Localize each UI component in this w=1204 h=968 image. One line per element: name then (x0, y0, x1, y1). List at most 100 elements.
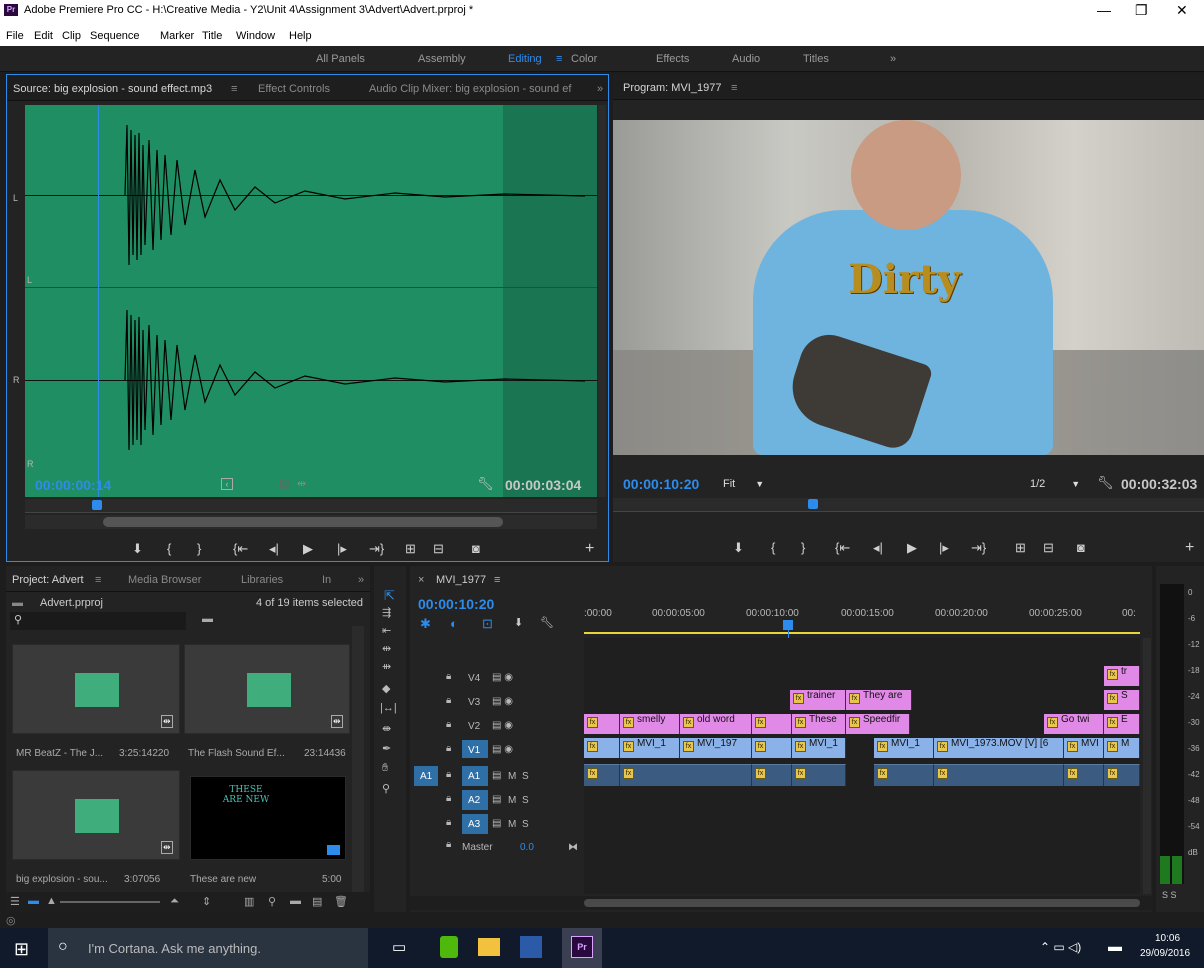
export-frame-icon[interactable]: ◙ (472, 541, 480, 556)
cortana-search-box[interactable]: ○ I'm Cortana. Ask me anything. (48, 928, 368, 968)
resolution-dropdown[interactable]: 1/2 ▼ (1030, 478, 1080, 490)
tab-audio-clip-mixer[interactable]: Audio Clip Mixer: big explosion - sound … (369, 83, 571, 95)
lock-icon[interactable]: 🔒︎ (446, 671, 451, 682)
mark-in-icon[interactable]: { (771, 540, 775, 555)
timeline-horizontal-scrollbar[interactable] (410, 896, 1152, 910)
project-item-thumbnail[interactable]: ⇹ (12, 770, 180, 860)
tab-source[interactable]: Source: big explosion - sound effect.mp3 (13, 83, 212, 95)
menu-help[interactable]: Help (289, 30, 312, 42)
go-to-in-icon[interactable]: {⇤ (233, 541, 248, 557)
timeline-clip[interactable]: fx (752, 738, 792, 758)
mute-button[interactable]: M (508, 819, 516, 830)
system-tray-icons[interactable]: ⌃ ▭ ◁) (1040, 940, 1081, 954)
go-to-out-icon[interactable]: ⇥} (971, 540, 986, 556)
lock-icon[interactable]: 🔒︎ (446, 839, 451, 850)
workspace-titles[interactable]: Titles (803, 53, 829, 65)
new-bin-icon[interactable]: ▬ (290, 895, 301, 907)
zoom-icon[interactable]: ⚲ (382, 782, 390, 795)
trash-icon[interactable]: 🗑︎ (334, 895, 348, 908)
timeline-vertical-scrollbar[interactable] (1143, 638, 1151, 894)
program-tab-menu-icon[interactable]: ≡ (731, 82, 737, 94)
toggle-sync-icon[interactable]: ▤ (492, 818, 501, 829)
step-back-icon[interactable]: ◂| (269, 541, 279, 557)
workspace-all-panels[interactable]: All Panels (316, 53, 365, 65)
work-area-bar[interactable] (584, 632, 1140, 634)
linked-selection-icon[interactable]: ⊡ (482, 616, 493, 632)
toggle-sync-icon[interactable]: ▤ ◉ (492, 696, 513, 707)
selection-tool-icon[interactable]: ⇱ (384, 588, 395, 604)
mark-in-icon[interactable]: { (167, 541, 171, 556)
fit-dropdown[interactable]: Fit ▼ (723, 478, 764, 490)
go-to-end-icon[interactable]: ⧓ (568, 842, 578, 853)
go-to-out-icon[interactable]: ⇥} (369, 541, 384, 557)
solo-button[interactable]: S (522, 771, 529, 782)
solo-button[interactable]: S (522, 819, 529, 830)
nest-toggle-icon[interactable]: ✱ (420, 616, 431, 632)
mute-button[interactable]: M (508, 771, 516, 782)
icon-view-icon[interactable]: ▬ (28, 895, 39, 907)
add-marker-icon[interactable]: ⬇︎ (514, 616, 523, 629)
timeline-timecode[interactable]: 00:00:10:20 (418, 596, 494, 612)
timeline-playhead[interactable] (783, 620, 793, 630)
step-forward-icon[interactable]: |▸ (939, 540, 949, 556)
ripple-edit-icon[interactable]: ⇤ (382, 624, 391, 637)
play-icon[interactable]: ▶ (907, 540, 917, 556)
zoom-scroll-handle[interactable] (103, 517, 503, 527)
timeline-clip[interactable]: fx M (1104, 738, 1140, 758)
timeline-scroll-handle[interactable] (584, 899, 1140, 907)
find-icon[interactable]: ⚲ (268, 895, 276, 908)
wrench-icon[interactable]: 🔧︎ (1097, 475, 1114, 491)
lift-icon[interactable]: ⊞ (1015, 540, 1026, 556)
button-editor-plus-icon[interactable]: + (1185, 539, 1194, 557)
close-tab-icon[interactable]: × (418, 574, 424, 586)
drag-audio-icon[interactable]: ⇹ (297, 477, 306, 490)
windows-start-icon[interactable]: ⊞ (14, 939, 29, 960)
workspace-overflow-icon[interactable]: » (890, 53, 896, 65)
audio-clip[interactable]: fx (874, 764, 934, 786)
project-search-input[interactable] (10, 612, 186, 630)
menu-title[interactable]: Title (202, 30, 222, 42)
hand-icon[interactable]: ✋︎ (382, 762, 388, 775)
solo-button[interactable]: S (522, 795, 529, 806)
workspace-assembly[interactable]: Assembly (418, 53, 466, 65)
rate-stretch-icon[interactable]: ⇻ (382, 660, 391, 673)
tab-effect-controls[interactable]: Effect Controls (258, 83, 330, 95)
workspace-color[interactable]: Color (571, 53, 597, 65)
program-video-frame[interactable]: Dirty (613, 120, 1204, 455)
tab-menu-icon[interactable]: ≡ (231, 83, 237, 95)
tab-program[interactable]: Program: MVI_1977 (623, 82, 721, 94)
program-playhead[interactable] (808, 499, 818, 509)
timeline-clip[interactable]: fx Speedfir (846, 714, 910, 734)
word-app-icon[interactable] (520, 936, 542, 958)
timeline-clip[interactable]: fx (584, 738, 620, 758)
source-timecode[interactable]: 00:00:00:14 (35, 477, 111, 493)
rolling-edit-icon[interactable]: ⇹ (382, 642, 391, 655)
tab-libraries[interactable]: Libraries (241, 574, 283, 586)
overwrite-icon[interactable]: ⊟ (433, 541, 444, 557)
timeline-clip[interactable]: fx smelly (620, 714, 680, 734)
minimize-icon[interactable]: — (1097, 2, 1111, 18)
audio-clip[interactable]: fx (1104, 764, 1140, 786)
lock-icon[interactable]: 🔒︎ (446, 769, 451, 780)
toggle-sync-icon[interactable]: ▤ ◉ (492, 672, 513, 683)
track-select-icon[interactable]: ⇶ (382, 606, 391, 619)
menu-clip[interactable]: Clip (62, 30, 81, 42)
toggle-sync-icon[interactable]: ▤ ◉ (492, 720, 513, 731)
file-explorer-icon[interactable] (478, 938, 500, 956)
workspace-editing[interactable]: Editing (508, 53, 542, 65)
project-item-thumbnail[interactable]: THESE ARE NEW (190, 776, 346, 860)
timeline-clip[interactable]: fx MVI_1973.MOV [V] [6 (934, 738, 1064, 758)
timeline-clip[interactable]: fx They are (846, 690, 912, 710)
drag-video-icon[interactable]: ▤ (279, 477, 289, 490)
tab-info[interactable]: In (322, 574, 331, 586)
audio-clip[interactable]: fx (620, 764, 752, 786)
menu-edit[interactable]: Edit (34, 30, 53, 42)
timeline-clip[interactable]: fx Go twi (1044, 714, 1104, 734)
source-vertical-scrollbar[interactable] (598, 105, 606, 497)
menu-sequence[interactable]: Sequence (90, 30, 140, 42)
meter-solo-buttons[interactable]: S S (1162, 890, 1177, 900)
slip-icon[interactable]: |↔| (380, 702, 397, 714)
play-icon[interactable]: ▶ (303, 541, 313, 557)
audio-waveform-display[interactable] (25, 105, 597, 497)
menu-file[interactable]: File (6, 30, 24, 42)
